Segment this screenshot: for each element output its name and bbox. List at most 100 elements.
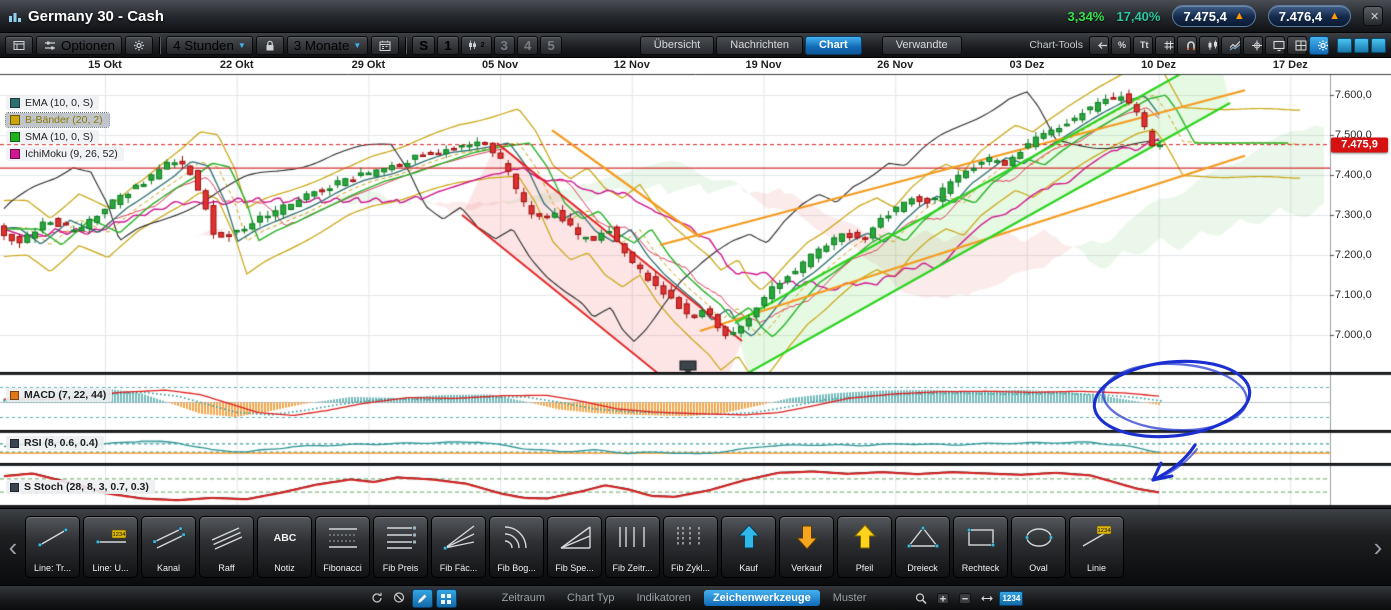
layout-count-button-3[interactable]: 3 bbox=[493, 35, 515, 55]
tool-buy-arrow-button[interactable]: Kauf bbox=[721, 516, 776, 578]
layout-count-button-4[interactable]: 4 bbox=[516, 35, 539, 55]
legend-label: B-Bänder (20, 2) bbox=[25, 114, 103, 126]
options-button[interactable]: Optionen bbox=[36, 35, 123, 55]
stoch-color-chip bbox=[10, 482, 19, 492]
range-dropdown[interactable]: 3 Monate ▼ bbox=[286, 35, 369, 55]
tool-rectangle-button[interactable]: Rechteck bbox=[953, 516, 1008, 578]
tool-fib-speed-button[interactable]: Fib Spe... bbox=[547, 516, 602, 578]
tool-triangle-button[interactable]: Dreieck bbox=[895, 516, 950, 578]
grid-icon[interactable] bbox=[1155, 35, 1175, 55]
minimize-icon[interactable] bbox=[1337, 37, 1352, 53]
settings-gear-button[interactable] bbox=[125, 35, 154, 55]
layout-count-button-1[interactable]: 1 bbox=[437, 35, 459, 55]
panel-menu-button[interactable] bbox=[5, 35, 33, 55]
fib-price-icon bbox=[382, 522, 420, 552]
tool-fib-arcs-button[interactable]: Fib Bog... bbox=[489, 516, 544, 578]
tool-fib-cycle-button[interactable]: Fib Zykl... bbox=[663, 516, 718, 578]
layout-count-button-2[interactable]: 2 bbox=[460, 35, 492, 55]
statusbar-item-chart-typ[interactable]: Chart Typ bbox=[558, 590, 624, 606]
chart-region[interactable]: 15 Okt 22 Okt 29 Okt 05 Nov 12 Nov 19 Nov 26 N… bbox=[0, 58, 1391, 508]
close-button[interactable]: ✕ bbox=[1363, 6, 1383, 26]
layout-count-button-S[interactable]: S bbox=[412, 35, 436, 55]
restore-icon[interactable] bbox=[1354, 37, 1369, 53]
legend-item[interactable]: EMA (10, 0, S) bbox=[6, 96, 100, 110]
tool-channel-button[interactable]: Kanal bbox=[141, 516, 196, 578]
tool-fibonacci-button[interactable]: Fibonacci bbox=[315, 516, 370, 578]
layout-count-button-5[interactable]: 5 bbox=[540, 35, 562, 55]
tool-trend-line-button[interactable]: Line: Tr... bbox=[25, 516, 80, 578]
settings-icon[interactable] bbox=[1309, 35, 1329, 55]
macd-label: MACD (7, 22, 44) bbox=[24, 389, 107, 401]
x-axis-label: 19 Nov bbox=[745, 59, 782, 71]
scroll-left-icon[interactable]: ‹ bbox=[3, 532, 23, 563]
stoch-label: S Stoch (28, 8, 3, 0.7, 0.3) bbox=[24, 481, 149, 493]
legend-label: EMA (10, 0, S) bbox=[25, 97, 94, 109]
text-size-icon[interactable]: Tt bbox=[1133, 35, 1153, 55]
tool-fib-time-button[interactable]: Fib Zeitr... bbox=[605, 516, 660, 578]
legend-item[interactable]: B-Bänder (20, 2) bbox=[5, 112, 110, 128]
x-axis-label: 12 Nov bbox=[613, 59, 650, 71]
statusbar-item-zeitraum[interactable]: Zeitraum bbox=[493, 590, 554, 606]
values-badge[interactable]: 1234 bbox=[999, 590, 1024, 606]
zoom-out-icon[interactable] bbox=[955, 590, 974, 607]
tool-note-button[interactable]: ABC Notiz bbox=[257, 516, 312, 578]
tab-chart[interactable]: Chart bbox=[804, 35, 862, 55]
snap-grid-icon[interactable] bbox=[435, 588, 457, 608]
pencil-icon[interactable] bbox=[411, 588, 433, 608]
tool-oval-button[interactable]: Oval bbox=[1011, 516, 1066, 578]
stoch-panel-label[interactable]: S Stoch (28, 8, 3, 0.7, 0.3) bbox=[6, 480, 155, 494]
screen-icon[interactable] bbox=[1265, 35, 1285, 55]
buy-price-button[interactable]: 7.476,4 ▲ bbox=[1267, 5, 1351, 27]
percent-icon[interactable]: % bbox=[1111, 35, 1131, 55]
interval-dropdown[interactable]: 4 Stunden ▼ bbox=[166, 35, 253, 55]
zoom-in-icon[interactable] bbox=[933, 590, 952, 607]
statusbar-item-muster[interactable]: Muster bbox=[824, 590, 876, 606]
undo-icon[interactable] bbox=[1089, 35, 1109, 55]
tool-label: Notiz bbox=[274, 563, 295, 573]
y-axis-label: 7.600,0 bbox=[1335, 89, 1372, 101]
tool-label: Dreieck bbox=[907, 563, 938, 573]
tool-label: Oval bbox=[1029, 563, 1048, 573]
rsi-panel-label[interactable]: RSI (8, 0.6, 0.4) bbox=[6, 436, 105, 450]
calendar-button[interactable] bbox=[371, 35, 400, 55]
tool-label: Raff bbox=[218, 563, 235, 573]
lock-button[interactable] bbox=[255, 35, 284, 55]
tab-nachrichten[interactable]: Nachrichten bbox=[716, 35, 803, 55]
x-axis-label: 17 Dez bbox=[1272, 59, 1308, 71]
tab-übersicht[interactable]: Übersicht bbox=[639, 35, 715, 55]
crosshair-icon[interactable] bbox=[1243, 35, 1263, 55]
tool-arrow-button[interactable]: Pfeil bbox=[837, 516, 892, 578]
macd-panel-label[interactable]: MACD (7, 22, 44) bbox=[6, 388, 113, 402]
tool-sell-arrow-button[interactable]: Verkauf bbox=[779, 516, 834, 578]
chart-type-icon[interactable] bbox=[1199, 35, 1219, 55]
sell-price-button[interactable]: 7.475,4 ▲ bbox=[1172, 5, 1256, 27]
titlebar: Germany 30 - Cash 3,34% 17,40% 7.475,4 ▲… bbox=[0, 0, 1391, 33]
tool-fib-fan-button[interactable]: Fib Fäc... bbox=[431, 516, 486, 578]
window-menu-icon[interactable] bbox=[1371, 37, 1386, 53]
statusbar-item-zeichenwerkzeuge[interactable]: Zeichenwerkzeuge bbox=[703, 590, 820, 606]
statusbar-item-indikatoren[interactable]: Indikatoren bbox=[628, 590, 700, 606]
compare-icon[interactable] bbox=[1221, 35, 1241, 55]
zoom-icon[interactable] bbox=[911, 590, 930, 607]
disable-icon[interactable] bbox=[390, 589, 409, 606]
change-percent-period: 17,40% bbox=[1116, 8, 1161, 24]
tool-label: Rechteck bbox=[961, 563, 1000, 573]
magnet-icon[interactable] bbox=[1177, 35, 1197, 55]
legend-item[interactable]: IchiMoku (9, 26, 52) bbox=[6, 147, 124, 161]
legend-item[interactable]: SMA (10, 0, S) bbox=[6, 130, 100, 144]
tool-raff-channel-button[interactable]: Raff bbox=[199, 516, 254, 578]
price-chart-canvas[interactable] bbox=[0, 58, 1391, 508]
tool-line-button[interactable]: 1234 Linie bbox=[1069, 516, 1124, 578]
chart-tools-group: Chart-Tools % Tt bbox=[1029, 35, 1386, 55]
tool-level-line-button[interactable]: 1234 Line: U... bbox=[83, 516, 138, 578]
tool-fib-price-button[interactable]: Fib Preis bbox=[373, 516, 428, 578]
tab-verwandte[interactable]: Verwandte bbox=[881, 35, 962, 55]
statusbar: Zeitraum Chart Typ Indikatoren Zeichenwerkz… bbox=[0, 585, 1391, 610]
tool-label: Fib Zeitr... bbox=[612, 563, 653, 573]
layout-icon[interactable] bbox=[1287, 35, 1307, 55]
fit-icon[interactable] bbox=[977, 590, 996, 607]
rotate-icon[interactable] bbox=[368, 589, 387, 606]
scroll-right-icon[interactable]: › bbox=[1368, 532, 1388, 563]
fibonacci-icon bbox=[324, 522, 362, 552]
rsi-label: RSI (8, 0.6, 0.4) bbox=[24, 437, 99, 449]
